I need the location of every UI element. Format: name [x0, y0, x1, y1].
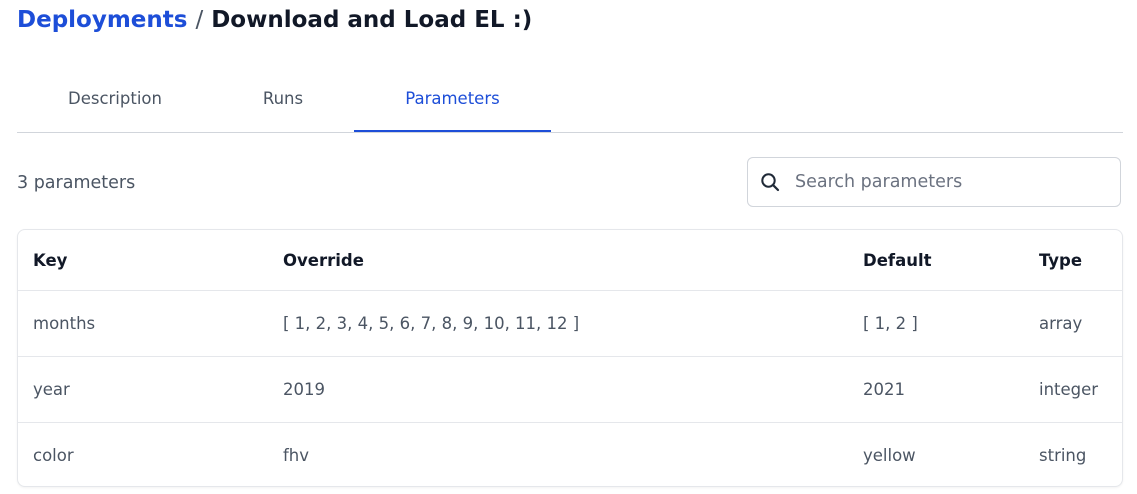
breadcrumb: Deployments / Download and Load EL :) [17, 3, 532, 37]
cell-type: array [1024, 290, 1122, 357]
cell-type: string [1039, 446, 1087, 465]
search-icon [760, 172, 780, 192]
table-header-row: Key Override Default Type [18, 230, 1122, 291]
column-header-override: Override [268, 230, 848, 291]
tab-description[interactable]: Description [17, 66, 213, 131]
tab-parameters[interactable]: Parameters [354, 66, 551, 132]
page-title: Download and Load EL :) [211, 7, 533, 33]
parameter-count: 3 parameters [17, 173, 136, 193]
search-input[interactable] [795, 158, 1110, 206]
table-row: months [ 1, 2, 3, 4, 5, 6, 7, 8, 9, 10, … [18, 290, 1122, 357]
cell-key: months [18, 290, 268, 357]
cell-type: integer [1024, 356, 1122, 423]
cell-default: 2021 [848, 356, 1024, 423]
tab-bar: Description Runs Parameters [17, 66, 1123, 133]
search-box[interactable] [747, 157, 1121, 207]
cell-key: year [18, 356, 268, 423]
column-header-key: Key [18, 230, 268, 291]
breadcrumb-separator: / [195, 7, 204, 33]
cell-default: yellow [863, 446, 916, 465]
cell-override: 2019 [268, 356, 848, 423]
breadcrumb-deployments-link[interactable]: Deployments [17, 7, 187, 33]
column-header-default: Default [848, 230, 1024, 291]
parameters-table: Key Override Default Type months [ 1, 2,… [17, 229, 1123, 487]
cell-default: [ 1, 2 ] [848, 290, 1024, 357]
column-header-type: Type [1024, 230, 1122, 291]
tab-runs[interactable]: Runs [213, 66, 353, 131]
table-row: year 2019 2021 integer [18, 356, 1122, 423]
cell-key: color [33, 446, 74, 465]
cell-override: [ 1, 2, 3, 4, 5, 6, 7, 8, 9, 10, 11, 12 … [268, 290, 848, 357]
deployment-page: Deployments / Download and Load EL :) De… [0, 0, 1137, 494]
cell-override: fhv [283, 446, 310, 465]
table-row: color fhv yellow string [18, 423, 1122, 487]
